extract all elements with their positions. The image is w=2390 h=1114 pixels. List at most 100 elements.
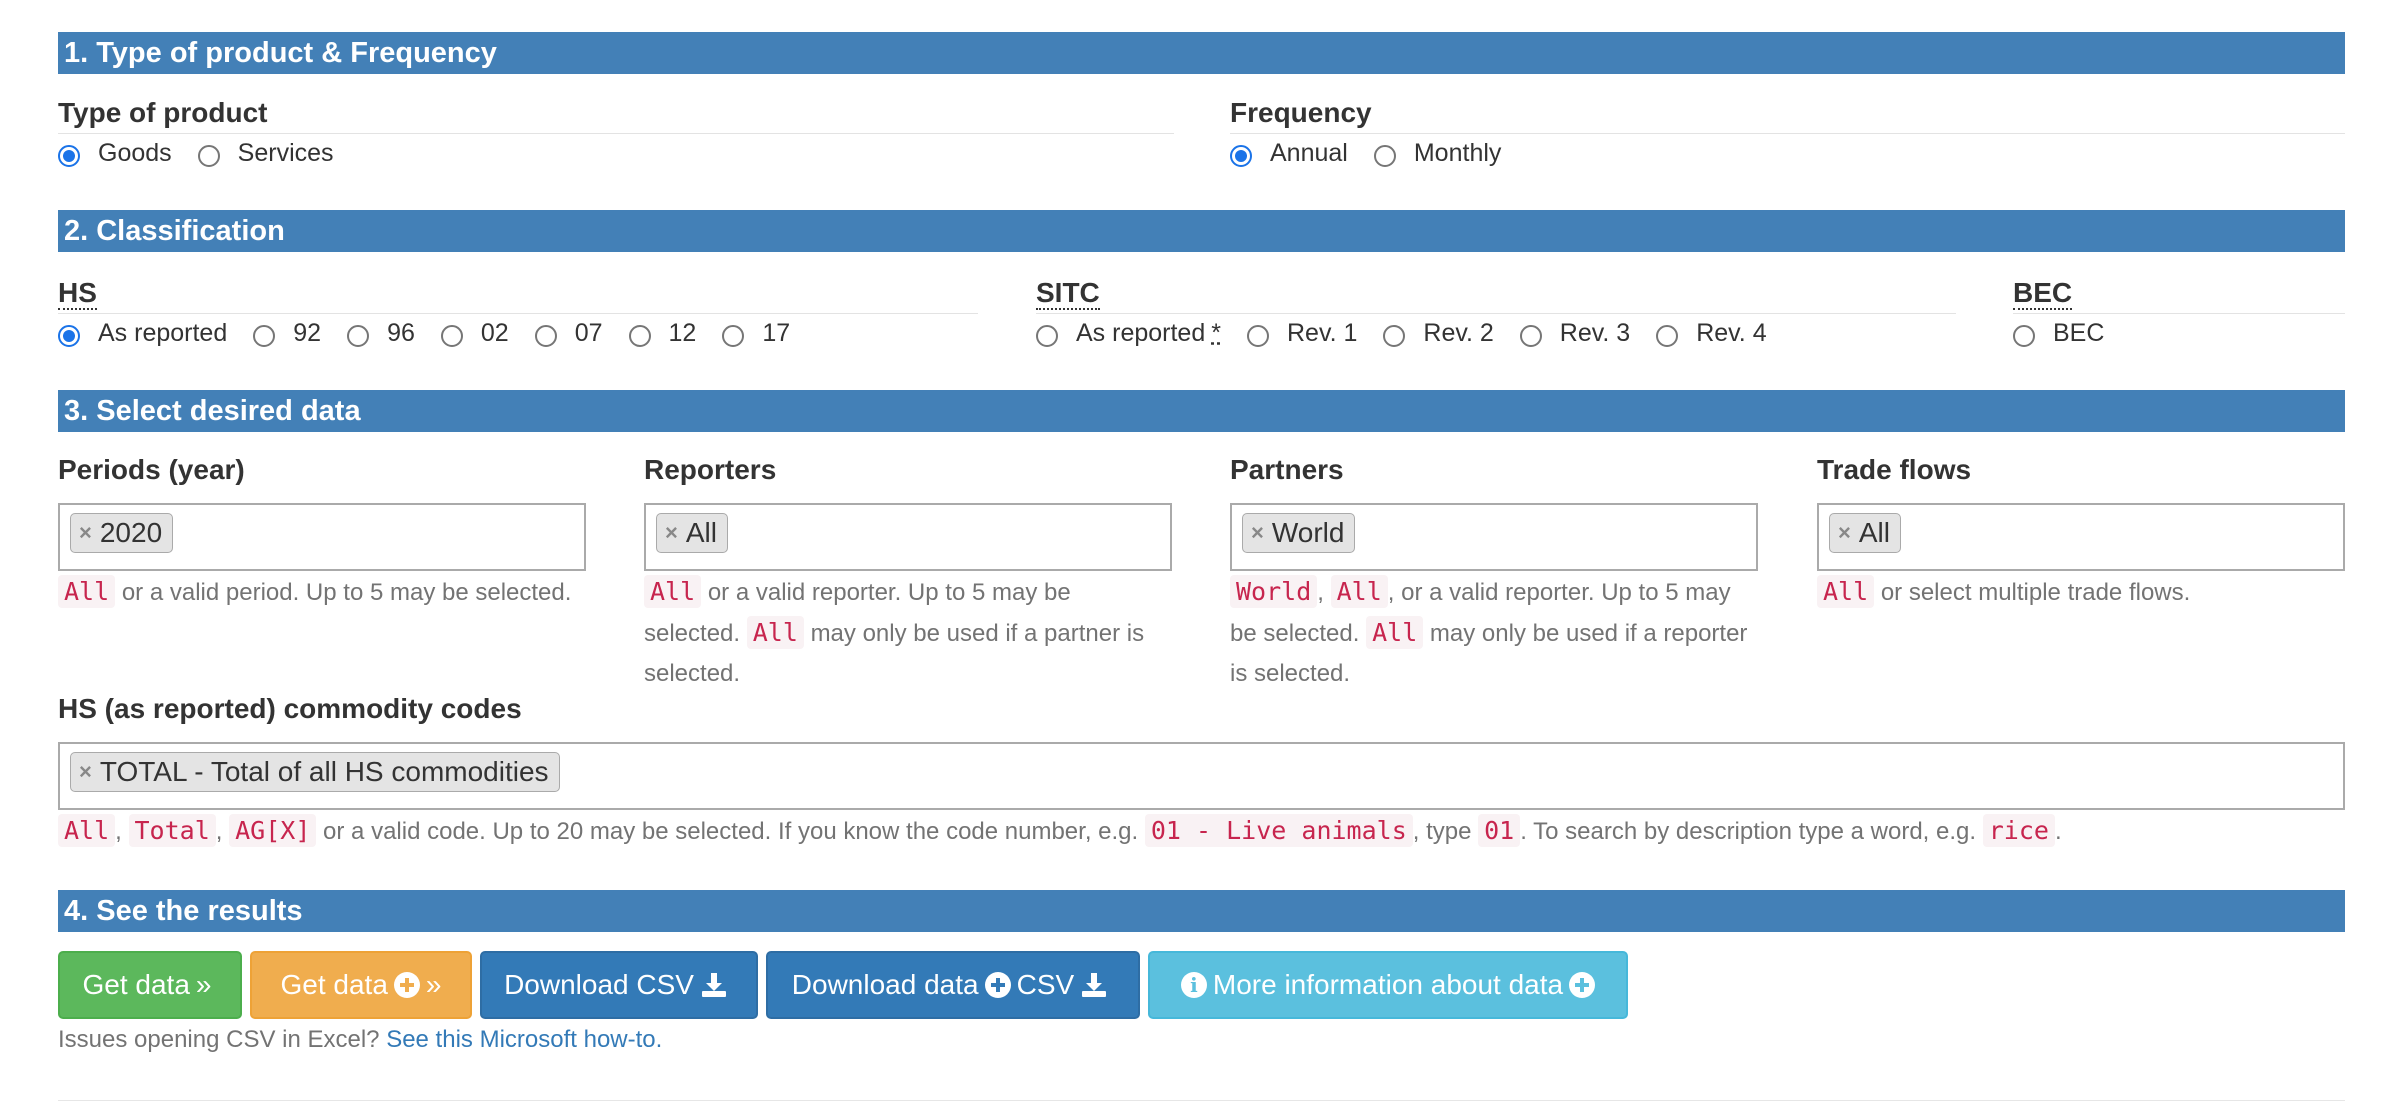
partners-help: World, All, or a valid reporter. Up to 5… bbox=[1230, 572, 1758, 694]
radio-hs-12-label: 12 bbox=[668, 318, 697, 347]
reporters-label: Reporters bbox=[644, 454, 777, 485]
frequency-options: Annual Monthly bbox=[1230, 136, 1527, 170]
radio-annual-input[interactable] bbox=[1230, 145, 1252, 167]
radio-monthly-input[interactable] bbox=[1373, 145, 1396, 167]
partners-tag-label: World bbox=[1271, 517, 1345, 548]
commodity-help-sep-1: , bbox=[115, 818, 122, 845]
section-header-type-frequency: 1. Type of product & Frequency bbox=[58, 32, 2345, 74]
plus-circle-icon-2 bbox=[984, 972, 1011, 998]
commodity-tag-label: TOTAL - Total of all HS commodities bbox=[99, 756, 549, 787]
radio-hs-17[interactable]: 17 bbox=[722, 319, 790, 348]
microsoft-how-to-link[interactable]: See this Microsoft how-to. bbox=[386, 1026, 662, 1053]
radio-monthly-label: Monthly bbox=[1413, 138, 1502, 167]
sitc-label: SITC bbox=[1036, 277, 1100, 310]
commodity-help-code-agx: AG[X] bbox=[229, 814, 317, 847]
commodity-help-code-rice: rice bbox=[1982, 814, 2055, 847]
radio-sitc-rev1-label: Rev. 1 bbox=[1286, 318, 1358, 347]
hs-label: HS bbox=[58, 277, 97, 310]
periods-tag-remove-icon[interactable]: × bbox=[79, 514, 92, 552]
commodity-codes-label: HS (as reported) commodity codes bbox=[58, 693, 522, 724]
chevrons-right-icon-2: » bbox=[425, 969, 442, 1000]
commodity-tag: × TOTAL - Total of all HS commodities bbox=[70, 752, 560, 792]
radio-hs-96[interactable]: 96 bbox=[347, 319, 415, 348]
partners-help-code-1: World bbox=[1230, 575, 1318, 608]
radio-goods[interactable]: Goods bbox=[58, 139, 172, 168]
radio-sitc-as-reported-input[interactable] bbox=[1036, 325, 1058, 347]
radio-monthly[interactable]: Monthly bbox=[1373, 138, 1502, 168]
commodity-help-text-1: or a valid code. Up to 20 may be selecte… bbox=[323, 818, 1139, 845]
get-data-label: Get data bbox=[82, 969, 190, 1000]
radio-goods-input[interactable] bbox=[58, 145, 80, 167]
radio-sitc-rev3-input[interactable] bbox=[1519, 325, 1542, 347]
reporters-help: All or a valid reporter. Up to 5 may be … bbox=[644, 572, 1172, 694]
radio-hs-02[interactable]: 02 bbox=[440, 319, 509, 348]
more-information-button[interactable]: i More information about data bbox=[1148, 951, 1628, 1019]
download-data-plus-csv-button[interactable]: Download data CSV bbox=[766, 951, 1140, 1019]
periods-select[interactable]: × 2020 bbox=[58, 503, 586, 571]
radio-sitc-as-reported[interactable]: As reported * bbox=[1036, 319, 1221, 348]
radio-bec[interactable]: BEC bbox=[2013, 319, 2104, 348]
trade-flows-tag-remove-icon[interactable]: × bbox=[1838, 514, 1851, 552]
bec-title: BEC bbox=[2013, 277, 2345, 314]
radio-bec-input[interactable] bbox=[2013, 325, 2035, 347]
radio-sitc-rev3-label: Rev. 3 bbox=[1559, 318, 1631, 347]
radio-sitc-rev4[interactable]: Rev. 4 bbox=[1656, 318, 1767, 348]
commodity-help-text-4: . bbox=[2054, 818, 2062, 845]
get-data-button[interactable]: Get data » bbox=[58, 951, 242, 1019]
type-of-product-label: Type of product bbox=[58, 97, 268, 128]
page: 1. Type of product & Frequency Type of p… bbox=[0, 0, 2390, 1114]
partners-select[interactable]: × World bbox=[1230, 503, 1758, 571]
reporters-tag-remove-icon[interactable]: × bbox=[665, 514, 678, 552]
radio-sitc-rev2-label: Rev. 2 bbox=[1423, 318, 1494, 347]
hs-title: HS bbox=[58, 277, 978, 314]
info-circle-icon: i bbox=[1180, 972, 1207, 998]
radio-sitc-rev4-input[interactable] bbox=[1656, 325, 1679, 347]
sitc-asterisk[interactable]: * bbox=[1211, 319, 1221, 348]
radio-hs-07-input[interactable] bbox=[534, 325, 557, 347]
radio-hs-17-input[interactable] bbox=[722, 325, 745, 347]
trade-flows-select[interactable]: × All bbox=[1817, 503, 2345, 571]
radio-sitc-rev3[interactable]: Rev. 3 bbox=[1519, 318, 1631, 348]
radio-hs-12-input[interactable] bbox=[628, 325, 651, 347]
chevrons-right-icon: » bbox=[195, 969, 212, 1000]
commodity-help-text-3: . To search by description type a word, … bbox=[1520, 818, 1977, 845]
radio-hs-as-reported-input[interactable] bbox=[58, 325, 80, 347]
radio-annual[interactable]: Annual bbox=[1230, 139, 1348, 168]
trade-flows-label: Trade flows bbox=[1817, 454, 1972, 485]
radio-hs-07[interactable]: 07 bbox=[534, 319, 603, 348]
periods-label: Periods (year) bbox=[58, 454, 245, 485]
partners-tag-remove-icon[interactable]: × bbox=[1251, 514, 1264, 552]
trade-flows-tag: × All bbox=[1829, 513, 1901, 553]
get-data-plus-button[interactable]: Get data » bbox=[250, 951, 472, 1019]
plus-circle-icon bbox=[393, 972, 420, 998]
radio-sitc-rev2-input[interactable] bbox=[1383, 325, 1406, 347]
reporters-help-code-2: All bbox=[746, 616, 804, 649]
partners-label: Partners bbox=[1230, 454, 1344, 485]
commodity-tag-remove-icon[interactable]: × bbox=[79, 753, 92, 791]
type-of-product-title: Type of product bbox=[58, 98, 1174, 134]
reporters-select[interactable]: × All bbox=[644, 503, 1172, 571]
radio-hs-12[interactable]: 12 bbox=[628, 318, 697, 348]
radio-hs-92-label: 92 bbox=[293, 318, 322, 347]
commodity-help-code-01: 01 bbox=[1478, 814, 1521, 847]
radio-sitc-rev1-input[interactable] bbox=[1246, 325, 1269, 347]
trade-flows-help-text: or select multiple trade flows. bbox=[1880, 579, 2191, 606]
radio-sitc-rev4-label: Rev. 4 bbox=[1696, 318, 1767, 347]
radio-hs-as-reported[interactable]: As reported bbox=[58, 319, 227, 348]
radio-sitc-rev1[interactable]: Rev. 1 bbox=[1246, 318, 1358, 348]
radio-hs-92[interactable]: 92 bbox=[253, 319, 321, 348]
commodity-codes-select[interactable]: × TOTAL - Total of all HS commodities bbox=[58, 742, 2345, 810]
download-csv-button[interactable]: Download CSV bbox=[480, 951, 758, 1019]
download-csv-label: Download CSV bbox=[504, 969, 694, 1000]
reporters-tag: × All bbox=[656, 513, 728, 553]
radio-hs-92-input[interactable] bbox=[253, 325, 276, 347]
radio-sitc-rev2[interactable]: Rev. 2 bbox=[1383, 318, 1494, 348]
radio-services[interactable]: Services bbox=[197, 138, 334, 168]
radio-services-input[interactable] bbox=[197, 145, 220, 167]
radio-bec-label: BEC bbox=[2053, 318, 2105, 347]
commodity-help-code-total: Total bbox=[128, 814, 216, 847]
radio-services-label: Services bbox=[237, 138, 334, 167]
radio-hs-96-input[interactable] bbox=[347, 325, 370, 347]
radio-hs-02-input[interactable] bbox=[440, 325, 463, 347]
section-header-results: 4. See the results bbox=[58, 890, 2345, 932]
